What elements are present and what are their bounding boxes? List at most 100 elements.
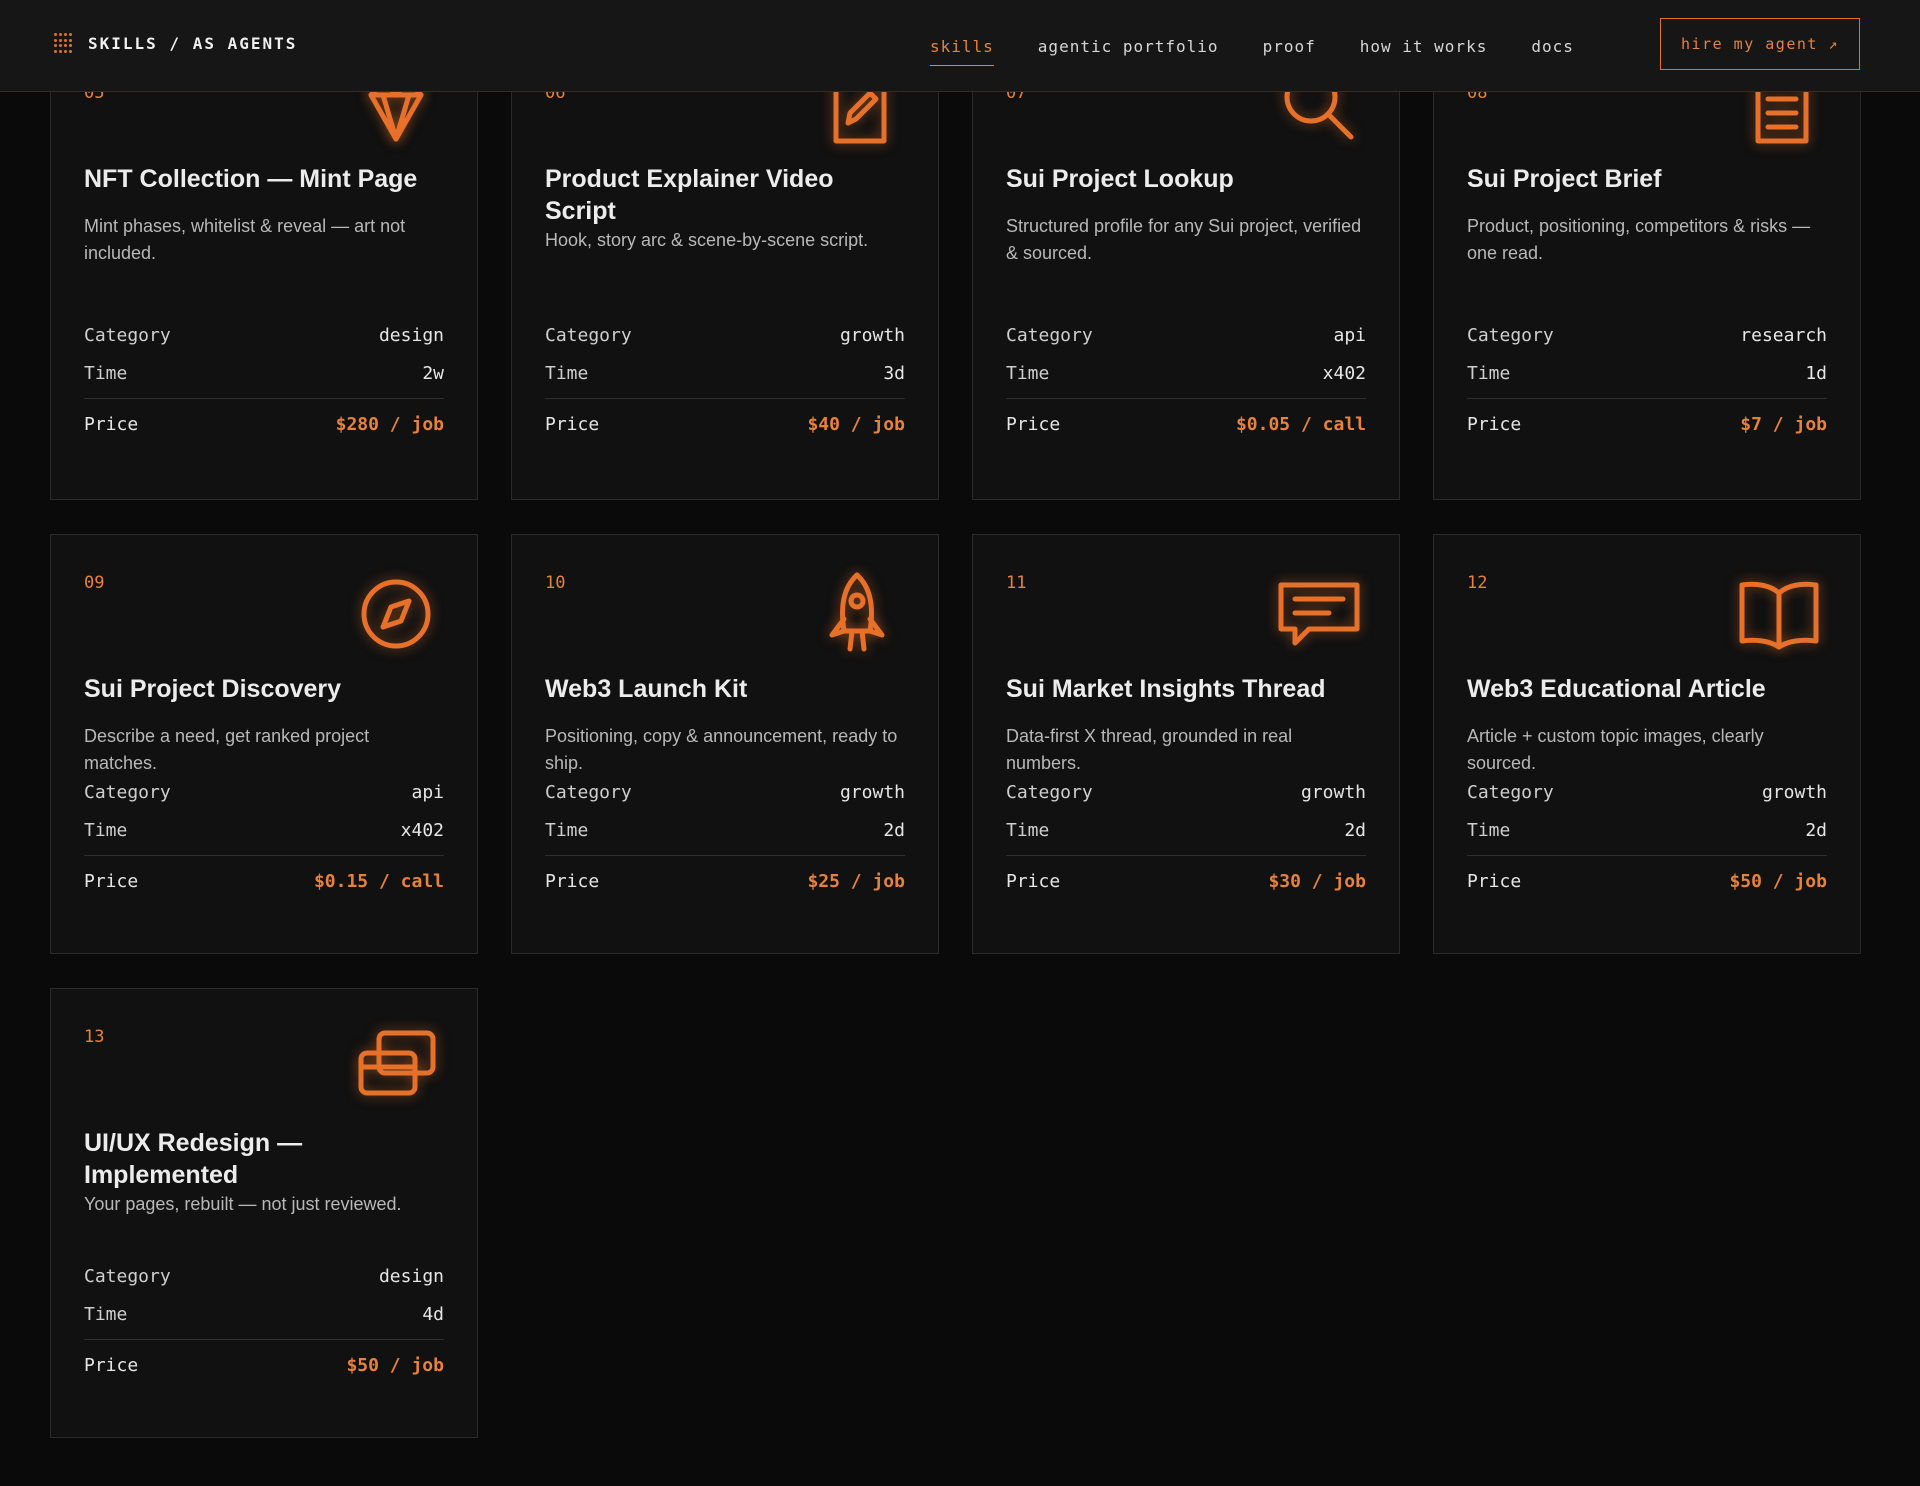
time-label: Time — [84, 1303, 128, 1325]
category-value: api — [1333, 324, 1366, 346]
card-number: 11 — [1006, 573, 1027, 593]
nav-item-how-it-works[interactable]: how it works — [1360, 31, 1488, 62]
time-label: Time — [1006, 362, 1050, 384]
main-nav: skills agentic portfolio proof how it wo… — [930, 0, 1618, 92]
price-label: Price — [545, 413, 600, 435]
nav-item-skills[interactable]: skills — [930, 31, 994, 66]
category-row: Category growth — [545, 773, 905, 811]
card-description: Article + custom topic images, clearly s… — [1467, 726, 1764, 773]
card-description: Your pages, rebuilt — not just reviewed. — [84, 1194, 402, 1214]
category-row: Category growth — [1467, 773, 1827, 811]
price-label: Price — [84, 413, 139, 435]
divider — [84, 1339, 444, 1340]
category-row: Category design — [84, 1257, 444, 1295]
price-row: Price $30 / job — [1006, 862, 1366, 900]
card-description: Product, positioning, competitors & risk… — [1467, 216, 1811, 263]
category-label: Category — [84, 324, 171, 346]
card-number: 12 — [1467, 573, 1488, 593]
category-row: Category api — [1006, 316, 1366, 354]
time-value: 2w — [422, 362, 444, 384]
price-value: $7 / job — [1740, 413, 1827, 435]
rocket-icon — [812, 569, 902, 659]
card-title: Sui Market Insights Thread — [1006, 675, 1326, 703]
top-navigation-bar: SKILLS / AS AGENTS skills agentic portfo… — [0, 0, 1920, 92]
category-value: api — [411, 781, 444, 803]
category-label: Category — [84, 1265, 171, 1287]
card-description: Structured profile for any Sui project, … — [1006, 216, 1362, 263]
time-row: Time x402 — [1006, 354, 1366, 392]
skill-card[interactable]: 13 UI/UX Redesign — Implemented Your pag… — [50, 988, 478, 1438]
category-label: Category — [1006, 324, 1093, 346]
category-label: Category — [1006, 781, 1093, 803]
divider — [84, 855, 444, 856]
card-description: Data-first X thread, grounded in real nu… — [1006, 726, 1293, 773]
card-meta: Category api Time x402 Price $0.05 / cal… — [1006, 316, 1366, 443]
category-value: growth — [839, 781, 905, 803]
card-title: Product Explainer Video Script — [545, 165, 834, 225]
card-description: Describe a need, get ranked project matc… — [84, 726, 370, 773]
skill-card[interactable]: 09 Sui Project Discovery Describe a need… — [50, 534, 478, 954]
card-number: 13 — [84, 1027, 105, 1047]
nav-item-docs[interactable]: docs — [1531, 31, 1574, 62]
skill-card[interactable]: 10 Web3 Launch Kit Positioning, copy & a… — [511, 534, 939, 954]
category-value: research — [1740, 324, 1827, 346]
price-value: $25 / job — [807, 870, 905, 892]
chat-bubble-icon — [1273, 569, 1363, 659]
compass-icon — [351, 569, 441, 659]
time-row: Time 2d — [1006, 811, 1366, 849]
price-value: $30 / job — [1268, 870, 1366, 892]
card-description: Mint phases, whitelist & reveal — art no… — [84, 216, 406, 263]
price-value: $0.15 / call — [313, 870, 444, 892]
time-value: x402 — [1322, 362, 1366, 384]
price-row: Price $50 / job — [1467, 862, 1827, 900]
time-value: 1d — [1805, 362, 1827, 384]
time-row: Time 2d — [545, 811, 905, 849]
time-value: 2d — [883, 819, 905, 841]
hire-my-agent-button[interactable]: hire my agent ↗ — [1660, 18, 1860, 70]
time-value: 4d — [422, 1303, 444, 1325]
category-row: Category growth — [1006, 773, 1366, 811]
time-row: Time 2w — [84, 354, 444, 392]
price-row: Price $25 / job — [545, 862, 905, 900]
time-value: x402 — [400, 819, 444, 841]
category-value: growth — [1761, 781, 1827, 803]
category-value: growth — [839, 324, 905, 346]
time-label: Time — [1467, 819, 1511, 841]
divider — [1467, 398, 1827, 399]
brand[interactable]: SKILLS / AS AGENTS — [54, 33, 297, 53]
price-row: Price $40 / job — [545, 405, 905, 443]
skill-card[interactable]: 11 Sui Market Insights Thread Data-first… — [972, 534, 1400, 954]
divider — [1006, 855, 1366, 856]
stacked-windows-icon — [351, 1023, 441, 1113]
divider — [545, 398, 905, 399]
time-label: Time — [84, 819, 128, 841]
price-row: Price $0.15 / call — [84, 862, 444, 900]
category-label: Category — [545, 324, 632, 346]
card-title: NFT Collection — Mint Page — [84, 165, 418, 193]
price-row: Price $7 / job — [1467, 405, 1827, 443]
category-value: design — [378, 324, 444, 346]
category-row: Category research — [1467, 316, 1827, 354]
card-meta: Category growth Time 2d Price $25 / job — [545, 773, 905, 900]
time-value: 2d — [1805, 819, 1827, 841]
price-label: Price — [545, 870, 600, 892]
nav-item-proof[interactable]: proof — [1263, 31, 1316, 62]
price-row: Price $280 / job — [84, 405, 444, 443]
divider — [1467, 855, 1827, 856]
time-value: 3d — [883, 362, 905, 384]
category-label: Category — [84, 781, 171, 803]
skill-card[interactable]: 12 Web3 Educational Article Article + cu… — [1433, 534, 1861, 954]
time-row: Time 3d — [545, 354, 905, 392]
divider — [1006, 398, 1366, 399]
card-meta: Category design Time 2w Price $280 / job — [84, 316, 444, 443]
brand-title: SKILLS / AS AGENTS — [88, 33, 298, 53]
nav-item-agentic-portfolio[interactable]: agentic portfolio — [1038, 31, 1219, 62]
category-label: Category — [1467, 324, 1554, 346]
category-row: Category api — [84, 773, 444, 811]
category-label: Category — [545, 781, 632, 803]
grid-dots-icon — [54, 33, 74, 53]
card-meta: Category growth Time 3d Price $40 / job — [545, 316, 905, 443]
price-label: Price — [1006, 413, 1061, 435]
category-value: growth — [1300, 781, 1366, 803]
price-value: $0.05 / call — [1235, 413, 1366, 435]
